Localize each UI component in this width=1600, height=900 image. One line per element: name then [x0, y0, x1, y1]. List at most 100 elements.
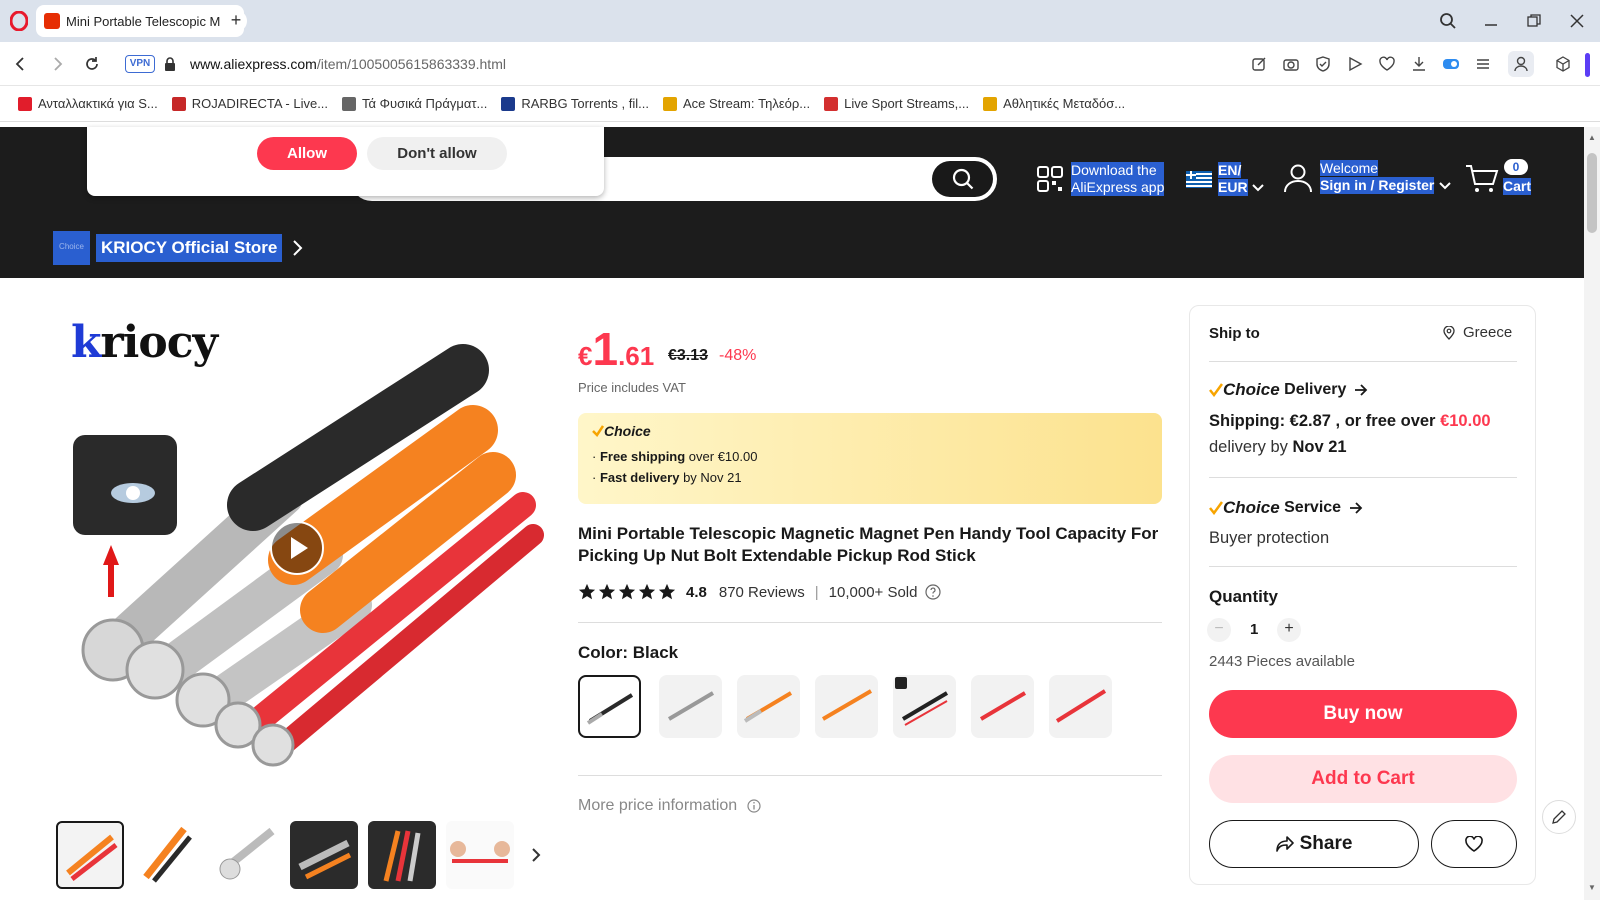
buy-now-button[interactable]: Buy now [1209, 690, 1517, 738]
share-button[interactable]: Share [1209, 820, 1419, 868]
color-swatch-red[interactable] [971, 675, 1034, 738]
choice-word: Choice [1223, 380, 1280, 399]
bookmark-item[interactable]: Τά Φυσικά Πράγματ... [342, 96, 487, 111]
new-tab-button[interactable]: + [225, 10, 247, 32]
price-integer: 1 [592, 323, 619, 375]
download-app-link[interactable]: Download the AliExpress app [1071, 162, 1165, 196]
active-tab[interactable]: Mini Portable Telescopic M [36, 5, 244, 37]
delivery-word: Delivery [1279, 381, 1347, 398]
color-swatch-black[interactable] [578, 675, 641, 738]
bookmark-label: Τά Φυσικά Πράγματ... [362, 96, 488, 111]
bookmark-item[interactable]: RARBG Torrents , fil... [501, 96, 649, 111]
bookmark-item[interactable]: Αθλητικές Μεταδόσ... [983, 96, 1125, 111]
minimize-icon[interactable] [1479, 9, 1503, 33]
color-swatch-set[interactable] [893, 675, 956, 738]
search-tabs-icon[interactable] [1436, 9, 1460, 33]
color-swatch-orange[interactable] [737, 675, 800, 738]
thumbnail[interactable] [56, 821, 124, 889]
sidebar-handle[interactable] [1585, 53, 1590, 77]
reviews-link[interactable]: 870 Reviews [719, 584, 805, 601]
delivery-date: delivery by Nov 21 [1209, 438, 1347, 457]
bookmark-item[interactable]: Ace Stream: Τηλεόρ... [662, 96, 810, 111]
edit-page-icon[interactable] [1250, 55, 1268, 73]
choice-check-icon [1209, 501, 1223, 515]
thumbnail[interactable] [446, 821, 514, 889]
bookmark-item[interactable]: Ανταλλακτικά για S... [18, 96, 158, 111]
extensions-icon[interactable] [1554, 55, 1572, 73]
bookmark-item[interactable]: Live Sport Streams,... [824, 96, 969, 111]
restore-icon[interactable] [1522, 9, 1546, 33]
bookmark-label: ROJADIRECTA - Live... [191, 96, 329, 111]
choice-delivery-link[interactable]: Choice Delivery [1209, 380, 1368, 400]
thumbnail-next-icon[interactable] [531, 848, 541, 862]
thumbnail[interactable] [368, 821, 436, 889]
arrow-right-icon [1350, 502, 1363, 514]
store-link[interactable]: Choice KRIOCY Official Store [53, 231, 304, 265]
delivery-prefix: delivery by [1209, 438, 1293, 456]
forward-icon[interactable] [46, 52, 70, 76]
easy-setup-icon[interactable] [1474, 55, 1492, 73]
quantity-decrease-button[interactable]: − [1207, 618, 1231, 642]
opera-logo-icon[interactable] [10, 11, 28, 31]
search-button[interactable] [932, 161, 993, 197]
vpn-badge[interactable]: VPN [125, 55, 155, 73]
choice-service-link[interactable]: Choice Service [1209, 498, 1363, 518]
browser-tab-strip: Mini Portable Telescopic M + [0, 0, 1600, 42]
feedback-edit-button[interactable] [1542, 800, 1576, 834]
dont-allow-button[interactable]: Don't allow [367, 137, 507, 170]
store-choice-badge: Choice [53, 231, 90, 265]
choice-benefits-box[interactable]: Choice · Free shipping over €10.00 · Fas… [578, 413, 1162, 504]
shield-icon[interactable] [1314, 55, 1332, 73]
color-swatch-orange-long[interactable] [815, 675, 878, 738]
profile-icon[interactable] [1508, 51, 1534, 77]
location-pin-icon [1443, 325, 1455, 340]
more-price-info-link[interactable]: More price information [578, 797, 761, 815]
divider [1209, 361, 1517, 362]
bookmark-favicon-icon [824, 96, 839, 111]
reload-icon[interactable] [80, 52, 104, 76]
scroll-down-icon[interactable]: ▼ [1588, 883, 1596, 892]
quantity-value[interactable]: 1 [1250, 621, 1258, 638]
thumbnail[interactable] [134, 821, 202, 889]
ship-to-label: Ship to [1209, 325, 1260, 342]
qr-code-icon[interactable] [1037, 166, 1063, 192]
product-main-image[interactable]: kkriocyriocy [53, 305, 553, 805]
scroll-up-icon[interactable]: ▲ [1588, 133, 1596, 142]
download-line1: Download the [1071, 162, 1165, 179]
star-icon [578, 583, 596, 600]
wishlist-button[interactable] [1431, 820, 1517, 868]
allow-button[interactable]: Allow [257, 137, 357, 170]
quantity-increase-button[interactable]: + [1277, 618, 1301, 642]
language-currency-selector[interactable]: EN/ EUR [1218, 162, 1264, 196]
back-icon[interactable] [8, 52, 32, 76]
ship-to-country[interactable]: Greece [1443, 324, 1512, 341]
download-icon[interactable] [1410, 55, 1428, 73]
account-menu[interactable]: Welcome Sign in / Register [1320, 160, 1452, 194]
camera-icon[interactable] [1282, 55, 1300, 73]
color-swatch-silver[interactable] [659, 675, 722, 738]
cart-icon[interactable] [1465, 164, 1499, 194]
sold-count: 10,000+ Sold [828, 583, 918, 601]
scroll-thumb[interactable] [1587, 153, 1597, 233]
cart-label[interactable]: Cart [1503, 178, 1532, 195]
bookmark-item[interactable]: ROJADIRECTA - Live... [171, 96, 329, 111]
sign-in-register-link: Sign in / Register [1320, 177, 1435, 194]
bookmark-favicon-icon [18, 96, 32, 111]
buyer-protection: Buyer protection [1209, 529, 1330, 547]
download-line2: AliExpress app [1071, 179, 1165, 196]
lock-icon[interactable] [164, 57, 176, 71]
heart-icon[interactable] [1378, 55, 1396, 73]
play-video-button[interactable] [270, 521, 324, 575]
user-icon[interactable] [1283, 163, 1313, 193]
page-scrollbar[interactable]: ▲ ▼ [1584, 127, 1600, 900]
play-icon[interactable] [1346, 55, 1364, 73]
add-to-cart-button[interactable]: Add to Cart [1209, 755, 1517, 803]
star-icon [598, 583, 616, 600]
help-icon[interactable] [925, 584, 942, 600]
close-window-icon[interactable] [1565, 9, 1589, 33]
color-swatch-red-long[interactable] [1049, 675, 1112, 738]
battery-saver-icon[interactable] [1442, 55, 1460, 73]
thumbnail[interactable] [290, 821, 358, 889]
url-field[interactable]: www.aliexpress.com/item/1005005615863339… [190, 56, 506, 72]
thumbnail[interactable] [212, 821, 280, 889]
